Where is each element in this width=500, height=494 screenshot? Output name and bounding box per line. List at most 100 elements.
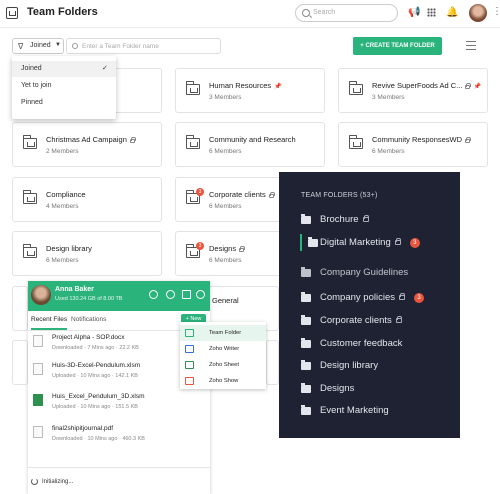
divider — [28, 467, 210, 468]
team-folder-icon — [348, 135, 363, 149]
filter-label: Joined — [30, 42, 51, 49]
pin-icon[interactable]: 📌 — [274, 84, 281, 90]
sidebar-item-customer-feedback[interactable]: Customer feedback — [301, 335, 461, 353]
page-title: Team Folders — [27, 6, 98, 18]
folder-icon — [301, 360, 311, 370]
tab-notifications[interactable]: Notifications — [71, 316, 106, 323]
folder-icon — [301, 315, 311, 325]
folder-icon — [301, 214, 311, 224]
team-folder-icon — [22, 244, 37, 258]
file-name: Project Alpha - SOP.docx — [52, 334, 125, 341]
global-search-input[interactable]: Search — [295, 4, 398, 22]
sidebar-item-digital-marketing[interactable]: Digital Marketing 3 — [301, 234, 461, 252]
gear-icon[interactable] — [196, 290, 205, 299]
sheet-icon — [185, 361, 194, 369]
filter-option-pinned[interactable]: Pinned — [12, 95, 116, 111]
folder-icon[interactable] — [182, 290, 191, 299]
team-folder-icon — [22, 190, 37, 204]
folder-card[interactable]: Compliance 4 Members — [12, 177, 162, 222]
folder-members: 6 Members — [209, 148, 242, 155]
team-folder-search-placeholder: Enter a Team Folder name — [82, 43, 159, 50]
folder-card[interactable]: Human Resources 📌 3 Members — [175, 68, 325, 113]
more-vertical-icon[interactable]: ⋮ — [492, 6, 500, 17]
folder-card[interactable]: Design library 6 Members — [12, 231, 162, 276]
team-folder-icon — [22, 135, 37, 149]
bell-icon[interactable]: 🔔 — [446, 7, 458, 18]
new-menu: Team Folder Zoho Writer Zoho Sheet Zoho … — [180, 322, 266, 389]
lock-icon — [394, 237, 402, 245]
notification-badge: 3 — [409, 238, 420, 248]
team-folder-icon — [185, 81, 200, 95]
team-folder-search-input[interactable]: Enter a Team Folder name — [66, 38, 221, 54]
folder-card[interactable] — [266, 340, 279, 385]
globe-icon[interactable] — [166, 290, 175, 299]
lock-icon — [465, 83, 472, 89]
folder-name: Designs — [209, 244, 237, 253]
sidebar-item-company-guidelines[interactable]: Company Guidelines — [301, 264, 461, 282]
folder-members: 6 Members — [209, 257, 242, 264]
create-team-folder-button[interactable]: + CREATE TEAM FOLDER — [353, 37, 442, 55]
notification-badge: 3 — [413, 293, 424, 303]
search-placeholder: Search — [313, 9, 336, 16]
folder-members: 2 Members — [46, 148, 79, 155]
sidebar-item-event-marketing[interactable]: Event Marketing — [301, 402, 461, 420]
notification-badge: 3 — [196, 188, 204, 196]
document-icon — [33, 426, 43, 438]
folder-card[interactable]: Revive SuperFoods Ad C... 📌 3 Members — [338, 68, 488, 113]
team-folder-icon — [185, 135, 200, 149]
new-menu-zoho-show[interactable]: Zoho Show — [180, 373, 266, 389]
lock-icon — [129, 137, 136, 143]
folder-members: 3 Members — [372, 94, 405, 101]
mobile-header: Anna Baker Used 130.24 GB of 8.00 TB — [28, 281, 210, 311]
apps-grid-icon[interactable] — [427, 8, 436, 17]
avatar[interactable] — [31, 285, 51, 305]
search-icon — [72, 43, 78, 49]
filter-dropdown[interactable]: ∇ Joined ▼ — [12, 38, 64, 54]
status-text: Initializing... — [31, 478, 73, 485]
folder-members: 6 Members — [209, 203, 242, 210]
loading-spinner-icon — [31, 478, 38, 485]
megaphone-icon[interactable]: 📢 — [408, 7, 420, 18]
sidebar-item-design-library[interactable]: Design library — [301, 357, 461, 375]
avatar[interactable] — [469, 4, 487, 22]
team-folder-icon — [348, 81, 363, 95]
search-icon[interactable] — [149, 290, 158, 299]
folder-card[interactable] — [12, 340, 28, 385]
app-logo-icon[interactable] — [6, 7, 18, 19]
folder-card[interactable]: Community ResponsesWD 6 Members — [338, 122, 488, 167]
file-name: Huis-3D-Excel-Pendulum.xlsm — [52, 362, 141, 369]
spreadsheet-icon — [33, 394, 43, 406]
app-header: Team Folders Search 📢 🔔 ⋮ — [0, 0, 500, 28]
pin-icon[interactable]: 📌 — [473, 84, 480, 90]
folder-icon — [301, 292, 311, 302]
new-menu-zoho-writer[interactable]: Zoho Writer — [180, 341, 266, 357]
folder-members: 6 Members — [46, 257, 79, 264]
folder-members: 3 Members — [209, 94, 242, 101]
list-item[interactable]: final2shipitjournal.pdf Downloaded · 10 … — [28, 422, 210, 450]
folder-icon — [308, 237, 318, 247]
list-view-icon[interactable] — [466, 41, 476, 50]
lock-icon — [362, 214, 370, 222]
active-tab-indicator — [31, 328, 67, 330]
file-meta: Downloaded · 7 Mins ago · 22.2 KB — [52, 345, 139, 351]
sidebar-item-company-policies[interactable]: Company policies 3 — [301, 289, 461, 307]
sidebar-item-brochure[interactable]: Brochure — [301, 211, 461, 229]
folder-card[interactable]: Christmas Ad Campaign 2 Members — [12, 122, 162, 167]
filter-option-joined[interactable]: Joined ✓ — [12, 61, 116, 77]
new-menu-zoho-sheet[interactable]: Zoho Sheet — [180, 357, 266, 373]
team-folder-icon — [185, 329, 194, 337]
writer-icon — [185, 345, 194, 353]
file-name: final2shipitjournal.pdf — [52, 425, 114, 432]
folder-card[interactable] — [12, 286, 28, 331]
document-icon — [33, 363, 43, 375]
folder-card[interactable]: Community and Research 6 Members — [175, 122, 325, 167]
lock-icon — [395, 315, 403, 323]
new-menu-team-folder[interactable]: Team Folder — [180, 325, 266, 341]
active-indicator — [300, 234, 302, 251]
folder-name: General — [212, 296, 239, 305]
filter-option-yet-to-join[interactable]: Yet to join — [12, 78, 116, 94]
sidebar-item-designs[interactable]: Designs — [301, 380, 461, 398]
tab-recent-files[interactable]: Recent Files — [31, 316, 67, 323]
list-item[interactable]: Huis_Excel_Pendulum_3D.xlsm Uploaded · 1… — [28, 390, 210, 418]
sidebar-item-corporate-clients[interactable]: Corporate clients — [301, 312, 461, 330]
